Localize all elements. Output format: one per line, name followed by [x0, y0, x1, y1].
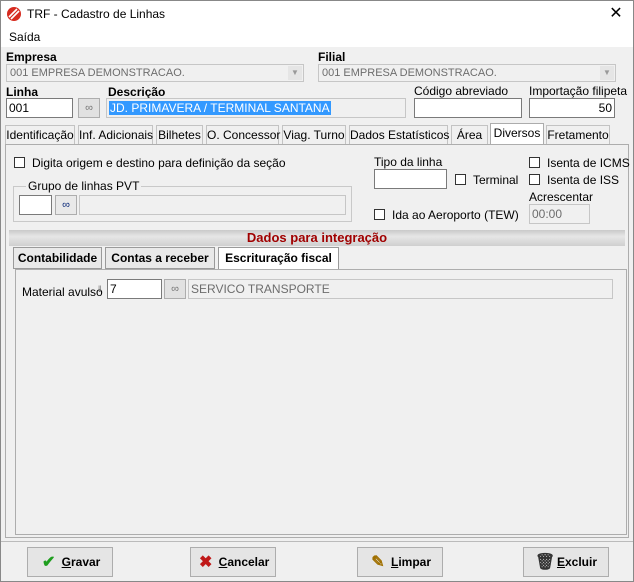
- importacao-filipeta-input[interactable]: 50: [529, 98, 615, 118]
- tab-identificacao[interactable]: Identificação: [5, 125, 75, 144]
- gravar-label-rest: ravar: [70, 555, 101, 569]
- codigo-abreviado-input[interactable]: [414, 98, 522, 118]
- subtab-escrituracao-fiscal[interactable]: Escrituração fiscal: [218, 247, 339, 271]
- chevron-down-icon: ▼: [600, 66, 614, 80]
- material-avulso-code-input[interactable]: 7: [107, 279, 162, 299]
- importacao-filipeta-label: Importação filipeta: [529, 84, 628, 98]
- acrescentar-label: Acrescentar: [529, 190, 594, 204]
- binoculars-icon: ∞: [171, 283, 179, 295]
- descricao-label: Descrição: [108, 85, 166, 99]
- grupo-pvt-search-button[interactable]: ∞: [55, 195, 77, 215]
- ida-aeroporto-checkbox[interactable]: [374, 209, 385, 220]
- arrow-down-icon: ⇓: [96, 284, 104, 294]
- grupo-pvt-label: Grupo de linhas PVT: [26, 179, 142, 193]
- check-icon: ✔: [41, 553, 56, 571]
- tab-viag-turno[interactable]: Viag. Turno: [282, 125, 346, 144]
- divider: [1, 541, 633, 542]
- gravar-accel: G: [61, 555, 71, 569]
- menu-saida[interactable]: Saída: [9, 30, 40, 44]
- terminal-label: Terminal: [473, 173, 519, 187]
- tab-o-concessor[interactable]: O. Concessor: [206, 125, 280, 144]
- material-avulso-desc-field: SERVICO TRANSPORTE: [188, 279, 613, 299]
- subtab-contabilidade[interactable]: Contabilidade: [13, 247, 102, 269]
- codigo-abreviado-label: Código abreviado: [414, 84, 509, 98]
- trash-icon: 🗑: [534, 553, 556, 571]
- tipo-linha-input[interactable]: [374, 169, 447, 189]
- acrescentar-input[interactable]: 00:00: [529, 204, 590, 224]
- isenta-icms-checkbox[interactable]: [529, 157, 540, 168]
- tab-inf-adicionais[interactable]: Inf. Adicionais: [78, 125, 153, 144]
- subtab-contas-receber[interactable]: Contas a receber: [105, 247, 215, 269]
- menu-bar: Saída: [1, 27, 633, 47]
- tab-fretamento[interactable]: Fretamento: [546, 125, 610, 144]
- grupo-pvt-code-input[interactable]: [19, 195, 52, 215]
- terminal-checkbox[interactable]: [455, 174, 466, 185]
- empresa-value: 001 EMPRESA DEMONSTRACAO.: [10, 67, 185, 79]
- filial-label: Filial: [318, 50, 346, 64]
- digita-origem-checkbox[interactable]: [14, 157, 25, 168]
- excluir-button[interactable]: 🗑 Excluir: [523, 547, 609, 577]
- gravar-button[interactable]: ✔ Gravar: [27, 547, 113, 577]
- isenta-icms-label: Isenta de ICMS: [547, 156, 630, 170]
- grupo-pvt-desc-field: [79, 195, 346, 215]
- ida-aeroporto-label: Ida ao Aeroporto (TEW): [392, 208, 519, 222]
- tab-dados-estatisticos[interactable]: Dados Estatísticos: [349, 125, 449, 144]
- tab-area[interactable]: Área: [451, 125, 488, 144]
- close-icon[interactable]: ✕: [605, 4, 627, 24]
- descricao-value: JD. PRIMAVERA / TERMINAL SANTANA: [109, 101, 331, 115]
- cancel-x-icon: ✖: [198, 553, 213, 571]
- integracao-header: Dados para integração: [9, 230, 625, 246]
- digita-origem-label: Digita origem e destino para definição d…: [32, 156, 286, 170]
- excluir-label-rest: xcluir: [565, 555, 598, 569]
- title-bar: TRF - Cadastro de Linhas ✕: [1, 1, 633, 27]
- excluir-accel: E: [556, 555, 565, 569]
- material-avulso-search-button[interactable]: ∞: [164, 279, 186, 299]
- linha-search-button[interactable]: ∞: [78, 98, 100, 118]
- cancelar-label-rest: ancelar: [227, 555, 270, 569]
- isenta-iss-checkbox[interactable]: [529, 174, 540, 185]
- cancelar-button[interactable]: ✖ Cancelar: [190, 547, 276, 577]
- linha-label: Linha: [6, 85, 38, 99]
- empresa-select[interactable]: 001 EMPRESA DEMONSTRACAO. ▼: [6, 64, 304, 82]
- limpar-label-rest: impar: [398, 555, 432, 569]
- tab-diversos[interactable]: Diversos: [490, 123, 544, 145]
- linha-input[interactable]: 001: [6, 98, 73, 118]
- app-logo-icon: [7, 7, 21, 21]
- main-window: TRF - Cadastro de Linhas ✕ Saída Empresa…: [0, 0, 634, 582]
- filial-select[interactable]: 001 EMPRESA DEMONSTRACAO. ▼: [318, 64, 616, 82]
- tipo-linha-label: Tipo da linha: [374, 155, 443, 169]
- filial-value: 001 EMPRESA DEMONSTRACAO.: [322, 67, 497, 79]
- descricao-field[interactable]: JD. PRIMAVERA / TERMINAL SANTANA: [106, 98, 406, 118]
- empresa-label: Empresa: [6, 50, 57, 64]
- binoculars-icon: ∞: [62, 199, 70, 211]
- tab-bilhetes[interactable]: Bilhetes: [156, 125, 203, 144]
- escrituracao-panel: [15, 269, 627, 535]
- binoculars-icon: ∞: [85, 102, 93, 114]
- cancelar-accel: C: [218, 555, 228, 569]
- material-avulso-label: Material avulso: [22, 285, 103, 299]
- eraser-icon: ✎: [371, 553, 385, 571]
- window-title: TRF - Cadastro de Linhas: [27, 7, 166, 21]
- limpar-button[interactable]: ✎ Limpar: [357, 547, 443, 577]
- isenta-iss-label: Isenta de ISS: [547, 173, 620, 187]
- chevron-down-icon: ▼: [288, 66, 302, 80]
